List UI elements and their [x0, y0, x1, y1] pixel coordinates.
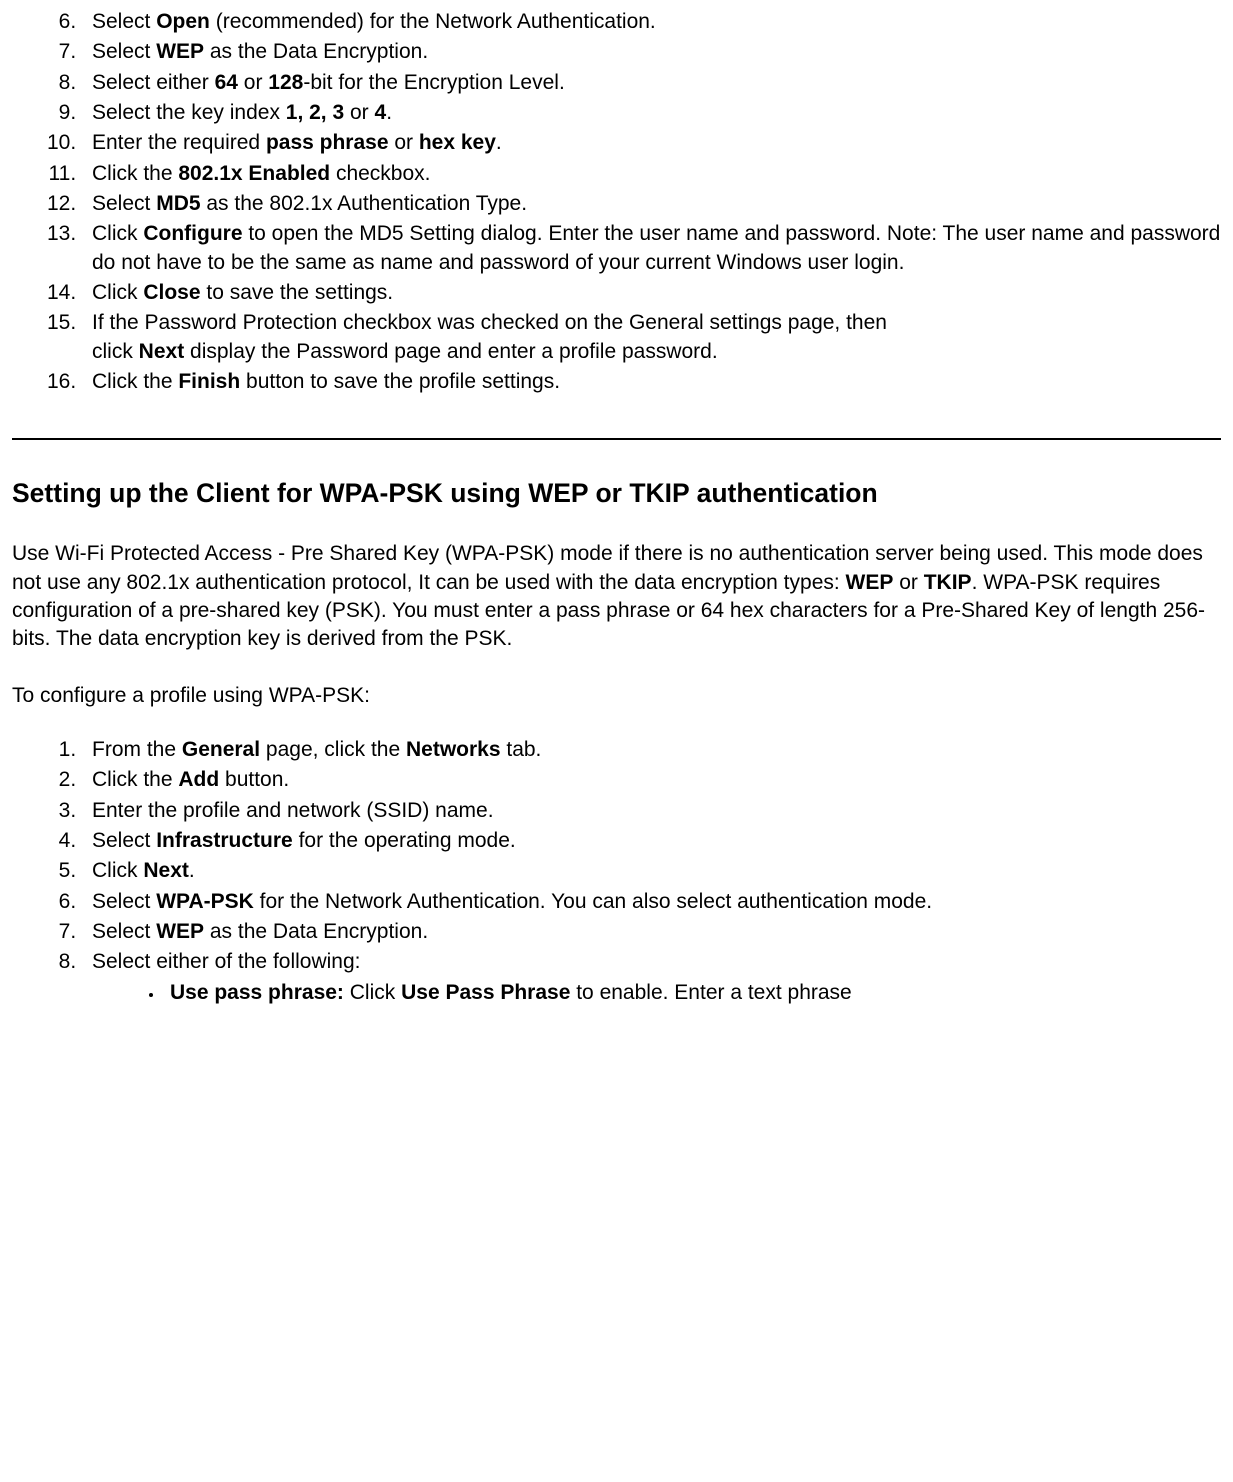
step-item: Enter the profile and network (SSID) nam…: [82, 797, 1221, 825]
text: checkbox.: [330, 162, 430, 185]
bold: Use Pass Phrase: [401, 981, 570, 1004]
steps-list-2: From the General page, click the Network…: [12, 736, 1221, 1007]
text: Click: [92, 859, 143, 882]
bold: WEP: [156, 920, 204, 943]
text: Select: [92, 10, 156, 33]
text: Click the: [92, 162, 178, 185]
text: Select: [92, 920, 156, 943]
text: or: [344, 101, 374, 124]
step-item: Select WEP as the Data Encryption.: [82, 38, 1221, 66]
text: as the Data Encryption.: [204, 40, 428, 63]
bold: Use pass phrase:: [170, 981, 344, 1004]
bold: 802.1x Enabled: [178, 162, 330, 185]
text: click: [92, 340, 139, 363]
step-item: Enter the required pass phrase or hex ke…: [82, 129, 1221, 157]
section-heading: Setting up the Client for WPA-PSK using …: [12, 476, 1221, 512]
bold: hex key: [419, 131, 496, 154]
bold: Infrastructure: [156, 829, 293, 852]
bold: WEP: [846, 571, 894, 594]
text: Click the: [92, 370, 178, 393]
bold: WPA-PSK: [156, 890, 254, 913]
step-item: Click Configure to open the MD5 Setting …: [82, 220, 1221, 277]
text: page, click the: [260, 738, 406, 761]
bold: 64: [215, 71, 238, 94]
text: .: [496, 131, 502, 154]
bold: MD5: [156, 192, 200, 215]
text: for the Network Authentication. You can …: [254, 890, 932, 913]
text: as the Data Encryption.: [204, 920, 428, 943]
text: Select: [92, 829, 156, 852]
text: .: [386, 101, 392, 124]
step-item: Select WEP as the Data Encryption.: [82, 918, 1221, 946]
bold: Networks: [406, 738, 501, 761]
step-item: Click Next.: [82, 857, 1221, 885]
bold: 128: [268, 71, 303, 94]
steps-list-1: Select Open (recommended) for the Networ…: [12, 8, 1221, 396]
bold: Next: [143, 859, 189, 882]
bold: 1, 2, 3: [286, 101, 344, 124]
step-item: Select Open (recommended) for the Networ…: [82, 8, 1221, 36]
text: -bit for the Encryption Level.: [303, 71, 564, 94]
bold: Next: [139, 340, 185, 363]
text: tab.: [501, 738, 542, 761]
text: display the Password page and enter a pr…: [184, 340, 717, 363]
bold: TKIP: [924, 571, 972, 594]
bold: pass phrase: [266, 131, 389, 154]
step-item: Select Infrastructure for the operating …: [82, 827, 1221, 855]
text: From the: [92, 738, 182, 761]
sub-list: Use pass phrase: Click Use Pass Phrase t…: [92, 979, 1221, 1007]
step-item: From the General page, click the Network…: [82, 736, 1221, 764]
sub-item: Use pass phrase: Click Use Pass Phrase t…: [164, 979, 1221, 1007]
step-item: Click Close to save the settings.: [82, 279, 1221, 307]
bold: Configure: [143, 222, 242, 245]
text: Click the: [92, 768, 178, 791]
intro-paragraph: Use Wi-Fi Protected Access - Pre Shared …: [12, 540, 1221, 653]
text: for the operating mode.: [293, 829, 516, 852]
text: Click: [344, 981, 401, 1004]
text: to save the settings.: [201, 281, 394, 304]
text: as the 802.1x Authentication Type.: [201, 192, 528, 215]
text: Select: [92, 192, 156, 215]
text: Select: [92, 890, 156, 913]
bold: Close: [143, 281, 200, 304]
text: Select either: [92, 71, 215, 94]
step-item: Select WPA-PSK for the Network Authentic…: [82, 888, 1221, 916]
text: or: [389, 131, 419, 154]
text: If the Password Protection checkbox was …: [92, 311, 887, 334]
step-item: Select either of the following: Use pass…: [82, 948, 1221, 1007]
text: button to save the profile settings.: [240, 370, 560, 393]
step-item: Click the 802.1x Enabled checkbox.: [82, 160, 1221, 188]
step-item: Select MD5 as the 802.1x Authentication …: [82, 190, 1221, 218]
text: or: [238, 71, 268, 94]
bold: Finish: [178, 370, 240, 393]
text: button.: [219, 768, 289, 791]
bold: General: [182, 738, 260, 761]
text: Select: [92, 40, 156, 63]
bold: WEP: [156, 40, 204, 63]
bold: 4: [375, 101, 387, 124]
text: Enter the profile and network (SSID) nam…: [92, 799, 494, 822]
section-divider: [12, 438, 1221, 440]
step-item: Select either 64 or 128-bit for the Encr…: [82, 69, 1221, 97]
lead-in-paragraph: To configure a profile using WPA-PSK:: [12, 682, 1221, 710]
step-item: Click the Add button.: [82, 766, 1221, 794]
text: .: [189, 859, 195, 882]
text: Click: [92, 281, 143, 304]
text: to enable. Enter a text phrase: [570, 981, 851, 1004]
text: Select the key index: [92, 101, 286, 124]
bold: Add: [178, 768, 219, 791]
text: to open the MD5 Setting dialog. Enter th…: [92, 222, 1220, 273]
text: or: [893, 571, 923, 594]
text: Enter the required: [92, 131, 266, 154]
text: (recommended) for the Network Authentica…: [210, 10, 656, 33]
bold: Open: [156, 10, 210, 33]
text: Select either of the following:: [92, 950, 361, 973]
step-item: If the Password Protection checkbox was …: [82, 309, 1221, 366]
step-item: Select the key index 1, 2, 3 or 4.: [82, 99, 1221, 127]
text: Click: [92, 222, 143, 245]
step-item: Click the Finish button to save the prof…: [82, 368, 1221, 396]
